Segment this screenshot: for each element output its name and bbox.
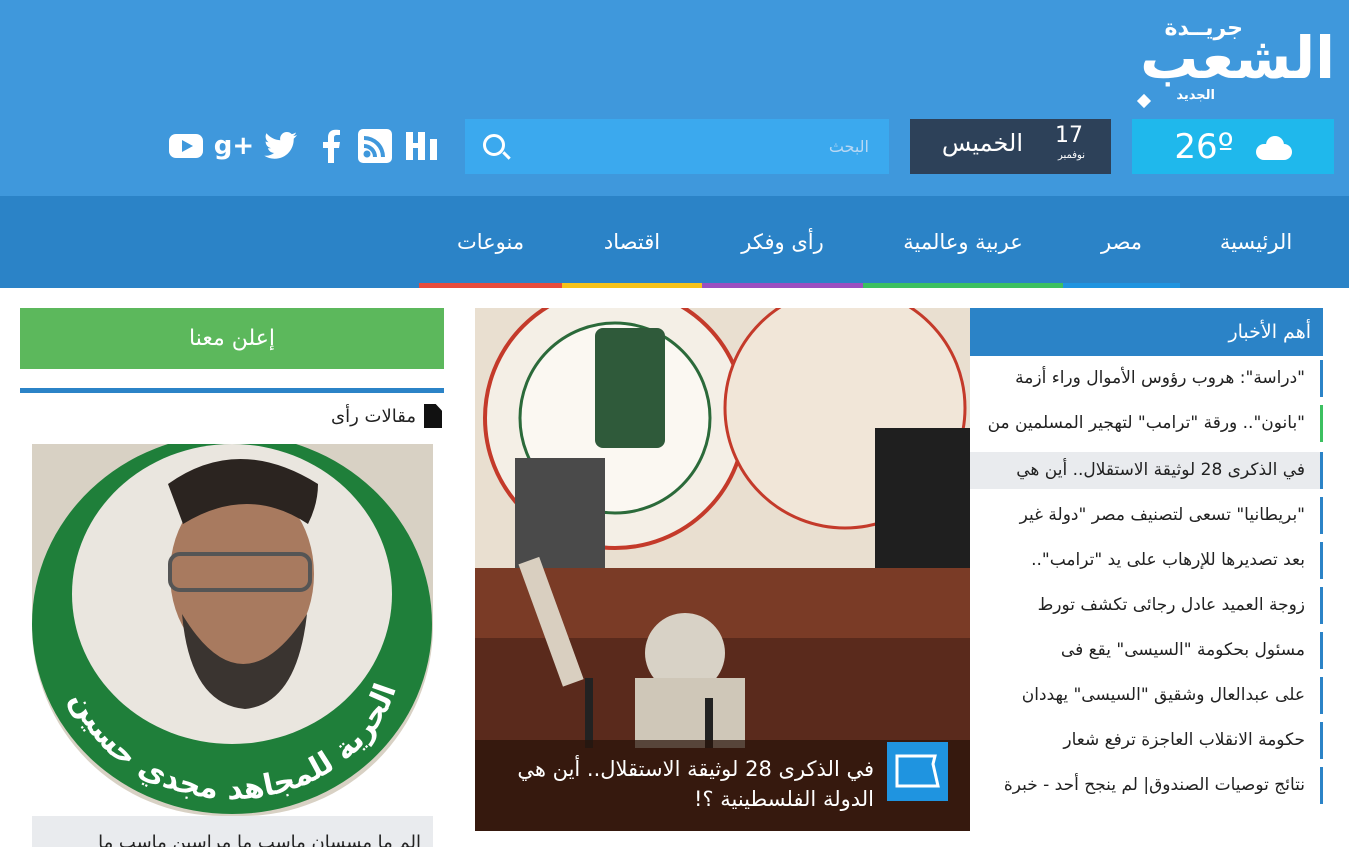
news-item-active[interactable]: في الذكرى 28 لوثيقة الاستقلال.. أين هي (970, 452, 1323, 489)
advertise-button[interactable]: إعلن معنا (20, 308, 444, 369)
news-item-bar (1320, 542, 1323, 579)
news-item[interactable]: "بانون".. ورقة "ترامب" لتهجير المسلمين م… (970, 405, 1323, 442)
news-item[interactable]: بعد تصديرها للإرهاب على يد "ترامب".. (970, 542, 1323, 579)
news-item-text: بعد تصديرها للإرهاب على يد "ترامب".. (1031, 550, 1305, 570)
search-box (465, 119, 889, 174)
logo-main-text: الشعب (1140, 24, 1337, 92)
news-item[interactable]: "بريطانيا" تسعى لتصنيف مصر "دولة غير (970, 497, 1323, 534)
nav-item-egypt[interactable]: مصر (1063, 196, 1180, 288)
site-logo-icon[interactable] (404, 128, 440, 164)
news-item-bar (1320, 632, 1323, 669)
nav-item-economy[interactable]: اقتصاد (562, 196, 702, 288)
nav-item-home[interactable]: الرئيسية (1180, 196, 1332, 288)
news-item-text: "بانون".. ورقة "ترامب" لتهجير المسلمين م… (987, 413, 1305, 433)
news-item-bar (1320, 722, 1323, 759)
top-news-title: أهم الأخبار (970, 308, 1323, 356)
date-weekday: الخميس (941, 129, 1023, 157)
nav-item-label: منوعات (456, 230, 525, 254)
news-item-text: على عبدالعال وشقيق "السيسى" يهددان (1021, 685, 1305, 705)
opinion-title-text: مقالات رأى (331, 405, 416, 427)
main-nav: الرئيسية مصر عربية وعالمية رأى وفكر اقتص… (0, 196, 1349, 288)
egypt-map-icon (887, 742, 948, 801)
news-item-bar (1320, 677, 1323, 714)
nav-color-bar (863, 283, 1063, 288)
site-header: جريــدة الشعب الجديد 26º 17 نوفمبر الخمي… (0, 0, 1349, 196)
nav-item-label: عربية وعالمية (903, 230, 1023, 254)
opinion-photo-caption: الحرية للمجاهد مجدي حسين (63, 679, 404, 807)
nav-item-arab-world[interactable]: عربية وعالمية (863, 196, 1063, 288)
nav-item-label: اقتصاد (603, 230, 661, 254)
svg-text:الحرية للمجاهد مجدي حسين: الحرية للمجاهد مجدي حسين (63, 679, 404, 807)
nav-item-opinion[interactable]: رأى وفكر (702, 196, 863, 288)
cloud-icon (1252, 135, 1292, 160)
opinion-excerpt: الم ما مسسان ماسب ما مراسين ماسب ما (32, 816, 433, 847)
news-item-text: حكومة الانقلاب العاجزة ترفع شعار (1063, 730, 1305, 750)
nav-color-bar (562, 283, 702, 288)
rss-icon[interactable] (357, 128, 393, 164)
news-item-text: نتائج توصيات الصندوق| لم ينجح أحد - خبرة (1003, 775, 1305, 795)
news-item[interactable]: على عبدالعال وشقيق "السيسى" يهددان (970, 677, 1323, 714)
news-item[interactable]: "دراسة": هروب رؤوس الأموال وراء أزمة (970, 360, 1323, 397)
featured-caption[interactable]: في الذكرى 28 لوثيقة الاستقلال.. أين هي ا… (475, 740, 970, 831)
search-icon[interactable] (483, 134, 505, 156)
news-item-text: "دراسة": هروب رؤوس الأموال وراء أزمة (1015, 368, 1305, 388)
social-links: g+ (168, 128, 440, 164)
news-item-text: في الذكرى 28 لوثيقة الاستقلال.. أين هي (1016, 460, 1305, 480)
youtube-icon[interactable] (168, 128, 204, 164)
nav-color-bar (419, 283, 562, 288)
news-item-text: "بريطانيا" تسعى لتصنيف مصر "دولة غير (1019, 505, 1305, 525)
nav-color-bar (702, 283, 863, 288)
logo-sub-text: الجديد (1176, 88, 1215, 103)
featured-story[interactable]: في الذكرى 28 لوثيقة الاستقلال.. أين هي ا… (475, 308, 970, 831)
twitter-icon[interactable] (263, 128, 299, 164)
nav-color-bar (1180, 283, 1332, 288)
news-item-bar (1320, 587, 1323, 624)
news-item-bar (1320, 360, 1323, 397)
weather-widget: 26º (1132, 119, 1334, 174)
document-icon (424, 404, 442, 428)
opinion-author-photo: الحرية للمجاهد مجدي حسين (32, 444, 433, 816)
search-input[interactable] (513, 119, 879, 174)
google-plus-icon[interactable]: g+ (214, 128, 254, 164)
news-item[interactable]: نتائج توصيات الصندوق| لم ينجح أحد - خبرة (970, 767, 1323, 804)
top-news-panel: أهم الأخبار "دراسة": هروب رؤوس الأموال و… (970, 308, 1323, 828)
nav-item-label: رأى وفكر (741, 230, 824, 254)
nav-item-misc[interactable]: منوعات (419, 196, 562, 288)
news-item[interactable]: مسئول بحكومة "السيسى" يقع فى (970, 632, 1323, 669)
news-item-bar (1320, 452, 1323, 489)
date-widget: 17 نوفمبر الخميس (910, 119, 1111, 174)
news-item-text: زوجة العميد عادل رجائى تكشف تورط (1037, 595, 1305, 615)
sidebar-divider (20, 388, 444, 393)
news-item[interactable]: حكومة الانقلاب العاجزة ترفع شعار (970, 722, 1323, 759)
news-item-bar (1320, 767, 1323, 804)
date-month: نوفمبر (1057, 150, 1085, 161)
nav-color-bar (1063, 283, 1180, 288)
news-item[interactable]: زوجة العميد عادل رجائى تكشف تورط (970, 587, 1323, 624)
site-logo[interactable]: جريــدة الشعب الجديد (1125, 10, 1337, 109)
news-item-text: مسئول بحكومة "السيسى" يقع فى (1060, 640, 1305, 660)
featured-caption-text: في الذكرى 28 لوثيقة الاستقلال.. أين هي ا… (517, 757, 874, 811)
opinion-card[interactable]: الحرية للمجاهد مجدي حسين الم ما مسسان ما… (32, 444, 433, 847)
news-item-bar (1320, 497, 1323, 534)
nav-item-label: مصر (1100, 230, 1143, 254)
nav-item-label: الرئيسية (1219, 230, 1293, 254)
weather-temperature: 26º (1174, 126, 1234, 167)
opinion-section-title: مقالات رأى (300, 402, 442, 430)
date-day-number: 17 (1055, 123, 1083, 148)
news-item-bar (1320, 405, 1323, 442)
facebook-icon[interactable] (313, 128, 349, 164)
